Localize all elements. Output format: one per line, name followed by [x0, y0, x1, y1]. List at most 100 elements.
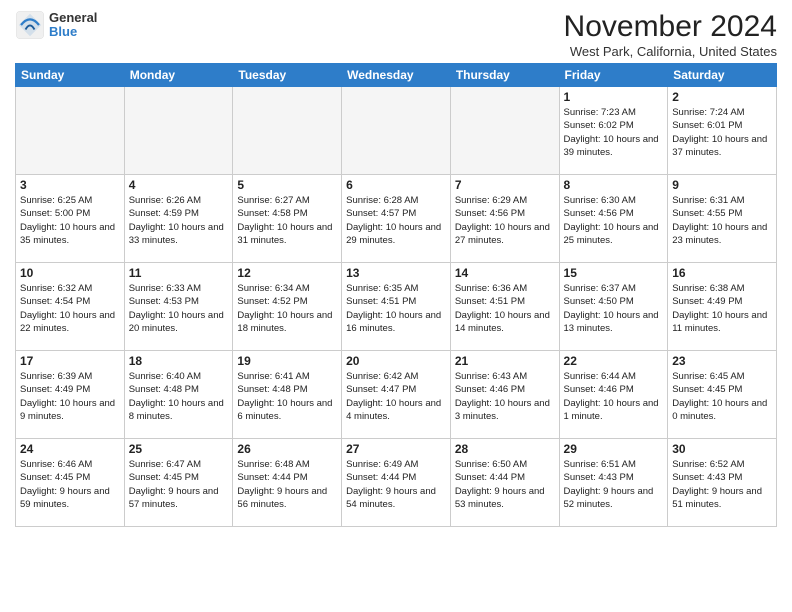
- calendar-week-3: 10 Sunrise: 6:32 AM Sunset: 4:54 PM Dayli…: [16, 263, 777, 351]
- day-number: 3: [20, 178, 120, 192]
- page-container: General Blue November 2024 West Park, Ca…: [0, 0, 792, 532]
- day-info: Sunrise: 6:40 AM Sunset: 4:48 PM Dayligh…: [129, 370, 229, 423]
- day-number: 30: [672, 442, 772, 456]
- calendar-cell: [342, 87, 451, 175]
- calendar-cell: 18 Sunrise: 6:40 AM Sunset: 4:48 PM Dayli…: [124, 351, 233, 439]
- calendar-cell: 15 Sunrise: 6:37 AM Sunset: 4:50 PM Dayli…: [559, 263, 668, 351]
- day-info: Sunrise: 6:30 AM Sunset: 4:56 PM Dayligh…: [564, 194, 664, 247]
- calendar-cell: [233, 87, 342, 175]
- day-info: Sunrise: 6:33 AM Sunset: 4:53 PM Dayligh…: [129, 282, 229, 335]
- calendar-cell: 1Sunrise: 7:23 AM Sunset: 6:02 PM Daylig…: [559, 87, 668, 175]
- logo-text: General Blue: [49, 11, 97, 40]
- day-info: Sunrise: 6:27 AM Sunset: 4:58 PM Dayligh…: [237, 194, 337, 247]
- day-number: 12: [237, 266, 337, 280]
- calendar-week-1: 1Sunrise: 7:23 AM Sunset: 6:02 PM Daylig…: [16, 87, 777, 175]
- calendar-cell: 9 Sunrise: 6:31 AM Sunset: 4:55 PM Daylig…: [668, 175, 777, 263]
- col-header-saturday: Saturday: [668, 64, 777, 87]
- calendar-cell: 16 Sunrise: 6:38 AM Sunset: 4:49 PM Dayli…: [668, 263, 777, 351]
- day-info: Sunrise: 7:24 AM Sunset: 6:01 PM Dayligh…: [672, 106, 772, 159]
- col-header-friday: Friday: [559, 64, 668, 87]
- day-number: 28: [455, 442, 555, 456]
- day-number: 4: [129, 178, 229, 192]
- day-number: 16: [672, 266, 772, 280]
- day-info: Sunrise: 6:35 AM Sunset: 4:51 PM Dayligh…: [346, 282, 446, 335]
- day-number: 2: [672, 90, 772, 104]
- day-number: 15: [564, 266, 664, 280]
- day-number: 5: [237, 178, 337, 192]
- calendar-week-5: 24Sunrise: 6:46 AM Sunset: 4:45 PM Dayli…: [16, 439, 777, 527]
- calendar-cell: 24Sunrise: 6:46 AM Sunset: 4:45 PM Dayli…: [16, 439, 125, 527]
- day-number: 20: [346, 354, 446, 368]
- calendar-cell: 25 Sunrise: 6:47 AM Sunset: 4:45 PM Dayli…: [124, 439, 233, 527]
- calendar-cell: 20Sunrise: 6:42 AM Sunset: 4:47 PM Dayli…: [342, 351, 451, 439]
- calendar-cell: 17Sunrise: 6:39 AM Sunset: 4:49 PM Dayli…: [16, 351, 125, 439]
- day-number: 18: [129, 354, 229, 368]
- logo-icon: [15, 10, 45, 40]
- day-info: Sunrise: 6:52 AM Sunset: 4:43 PM Dayligh…: [672, 458, 772, 511]
- day-info: Sunrise: 6:44 AM Sunset: 4:46 PM Dayligh…: [564, 370, 664, 423]
- col-header-sunday: Sunday: [16, 64, 125, 87]
- calendar-cell: [450, 87, 559, 175]
- col-header-wednesday: Wednesday: [342, 64, 451, 87]
- day-info: Sunrise: 6:25 AM Sunset: 5:00 PM Dayligh…: [20, 194, 120, 247]
- calendar-cell: 14 Sunrise: 6:36 AM Sunset: 4:51 PM Dayli…: [450, 263, 559, 351]
- logo-line2: Blue: [49, 25, 97, 39]
- page-header: General Blue November 2024 West Park, Ca…: [15, 10, 777, 59]
- day-info: Sunrise: 6:49 AM Sunset: 4:44 PM Dayligh…: [346, 458, 446, 511]
- day-info: Sunrise: 6:32 AM Sunset: 4:54 PM Dayligh…: [20, 282, 120, 335]
- calendar-cell: 23Sunrise: 6:45 AM Sunset: 4:45 PM Dayli…: [668, 351, 777, 439]
- calendar-cell: 29Sunrise: 6:51 AM Sunset: 4:43 PM Dayli…: [559, 439, 668, 527]
- day-info: Sunrise: 6:36 AM Sunset: 4:51 PM Dayligh…: [455, 282, 555, 335]
- calendar-cell: [124, 87, 233, 175]
- col-header-tuesday: Tuesday: [233, 64, 342, 87]
- calendar-header-row: SundayMondayTuesdayWednesdayThursdayFrid…: [16, 64, 777, 87]
- day-info: Sunrise: 6:26 AM Sunset: 4:59 PM Dayligh…: [129, 194, 229, 247]
- month-title: November 2024: [564, 10, 777, 44]
- calendar-week-4: 17Sunrise: 6:39 AM Sunset: 4:49 PM Dayli…: [16, 351, 777, 439]
- calendar-cell: 4 Sunrise: 6:26 AM Sunset: 4:59 PM Daylig…: [124, 175, 233, 263]
- day-info: Sunrise: 6:50 AM Sunset: 4:44 PM Dayligh…: [455, 458, 555, 511]
- day-number: 7: [455, 178, 555, 192]
- calendar-cell: 22 Sunrise: 6:44 AM Sunset: 4:46 PM Dayli…: [559, 351, 668, 439]
- calendar-cell: 3 Sunrise: 6:25 AM Sunset: 5:00 PM Daylig…: [16, 175, 125, 263]
- day-number: 10: [20, 266, 120, 280]
- day-number: 29: [564, 442, 664, 456]
- day-info: Sunrise: 6:46 AM Sunset: 4:45 PM Dayligh…: [20, 458, 120, 511]
- day-info: Sunrise: 6:31 AM Sunset: 4:55 PM Dayligh…: [672, 194, 772, 247]
- day-number: 25: [129, 442, 229, 456]
- day-number: 8: [564, 178, 664, 192]
- day-info: Sunrise: 6:29 AM Sunset: 4:56 PM Dayligh…: [455, 194, 555, 247]
- day-number: 14: [455, 266, 555, 280]
- day-info: Sunrise: 6:43 AM Sunset: 4:46 PM Dayligh…: [455, 370, 555, 423]
- day-info: Sunrise: 6:48 AM Sunset: 4:44 PM Dayligh…: [237, 458, 337, 511]
- calendar-cell: 10 Sunrise: 6:32 AM Sunset: 4:54 PM Dayli…: [16, 263, 125, 351]
- day-info: Sunrise: 6:37 AM Sunset: 4:50 PM Dayligh…: [564, 282, 664, 335]
- day-info: Sunrise: 6:28 AM Sunset: 4:57 PM Dayligh…: [346, 194, 446, 247]
- day-info: Sunrise: 6:38 AM Sunset: 4:49 PM Dayligh…: [672, 282, 772, 335]
- day-number: 27: [346, 442, 446, 456]
- logo: General Blue: [15, 10, 97, 40]
- logo-line1: General: [49, 11, 97, 25]
- calendar-cell: 2 Sunrise: 7:24 AM Sunset: 6:01 PM Daylig…: [668, 87, 777, 175]
- title-block: November 2024 West Park, California, Uni…: [564, 10, 777, 59]
- calendar-cell: 7 Sunrise: 6:29 AM Sunset: 4:56 PM Daylig…: [450, 175, 559, 263]
- day-number: 22: [564, 354, 664, 368]
- day-number: 6: [346, 178, 446, 192]
- day-number: 9: [672, 178, 772, 192]
- day-info: Sunrise: 6:39 AM Sunset: 4:49 PM Dayligh…: [20, 370, 120, 423]
- calendar-cell: 30 Sunrise: 6:52 AM Sunset: 4:43 PM Dayli…: [668, 439, 777, 527]
- day-info: Sunrise: 6:47 AM Sunset: 4:45 PM Dayligh…: [129, 458, 229, 511]
- calendar-table: SundayMondayTuesdayWednesdayThursdayFrid…: [15, 63, 777, 527]
- day-number: 13: [346, 266, 446, 280]
- col-header-thursday: Thursday: [450, 64, 559, 87]
- calendar-cell: 26 Sunrise: 6:48 AM Sunset: 4:44 PM Dayli…: [233, 439, 342, 527]
- day-number: 19: [237, 354, 337, 368]
- calendar-cell: 8 Sunrise: 6:30 AM Sunset: 4:56 PM Daylig…: [559, 175, 668, 263]
- location: West Park, California, United States: [564, 44, 777, 59]
- day-number: 1: [564, 90, 664, 104]
- calendar-cell: 6 Sunrise: 6:28 AM Sunset: 4:57 PM Daylig…: [342, 175, 451, 263]
- calendar-cell: 28 Sunrise: 6:50 AM Sunset: 4:44 PM Dayli…: [450, 439, 559, 527]
- calendar-cell: 21Sunrise: 6:43 AM Sunset: 4:46 PM Dayli…: [450, 351, 559, 439]
- calendar-cell: 13 Sunrise: 6:35 AM Sunset: 4:51 PM Dayli…: [342, 263, 451, 351]
- day-number: 26: [237, 442, 337, 456]
